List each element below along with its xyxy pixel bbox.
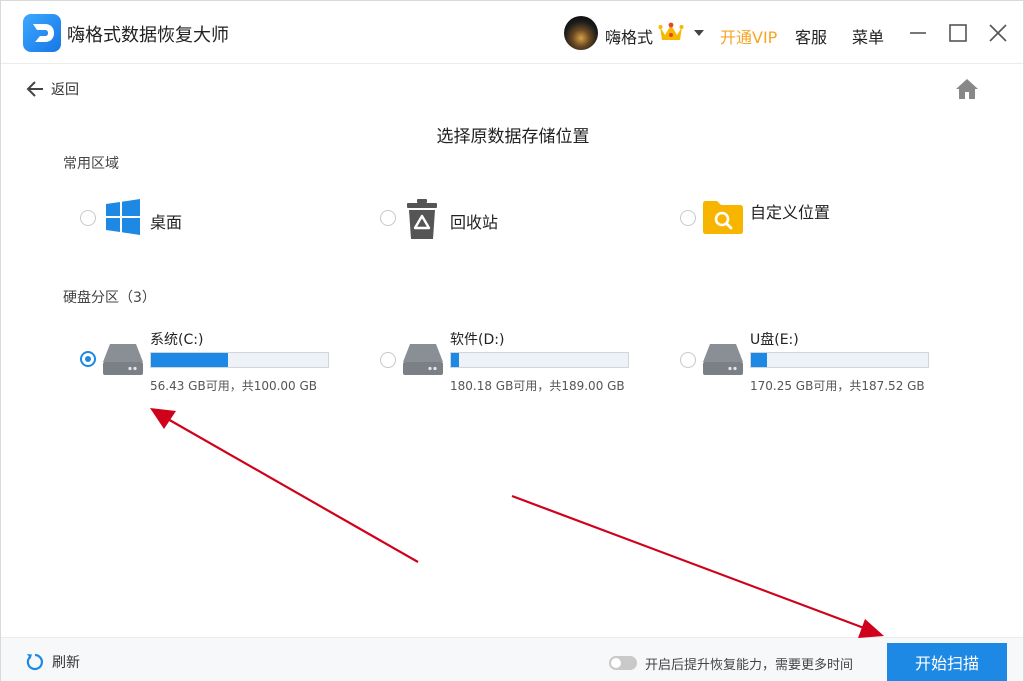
- refresh-label: 刷新: [52, 655, 80, 671]
- maximize-icon[interactable]: [946, 21, 970, 45]
- enhanced-recovery-label: 开启后提升恢复能力，需要更多时间: [645, 658, 854, 673]
- folder-search-icon: [703, 201, 743, 234]
- app-window: 嗨格式数据恢复大师 嗨格式 开通VIP 客服 菜单 返回 选择原数据存储位置 常…: [0, 0, 1024, 681]
- drive-e-radio[interactable]: [680, 352, 696, 368]
- drive-c-name[interactable]: 系统(C:): [150, 329, 203, 349]
- app-logo-icon: [23, 14, 61, 52]
- drive-c-usage-fill: [151, 353, 229, 367]
- recycle-bin-radio[interactable]: [380, 210, 396, 226]
- common-section-label: 常用区域: [63, 156, 119, 172]
- refresh-button[interactable]: 刷新: [25, 652, 80, 672]
- drive-e-info: 170.25 GB可用，共187.52 GB: [750, 379, 925, 393]
- drive-c-radio[interactable]: [80, 351, 96, 367]
- drive-d-radio[interactable]: [380, 352, 396, 368]
- close-icon[interactable]: [986, 21, 1010, 45]
- recycle-bin-icon: [407, 199, 437, 239]
- hard-drive-icon: [403, 344, 443, 375]
- hard-drive-icon: [703, 344, 743, 375]
- drive-e-usage-fill: [751, 353, 768, 367]
- crown-icon: [658, 22, 684, 40]
- drive-d-name[interactable]: 软件(D:): [450, 329, 504, 349]
- username[interactable]: 嗨格式: [605, 24, 653, 48]
- enhanced-recovery-toggle[interactable]: [609, 656, 637, 670]
- disk-section-label: 硬盘分区（3）: [63, 290, 156, 306]
- back-label: 返回: [51, 82, 79, 98]
- title-bar: 嗨格式数据恢复大师 嗨格式 开通VIP 客服 菜单: [1, 1, 1023, 64]
- drive-d-usage-fill: [451, 353, 460, 367]
- minimize-icon[interactable]: [906, 21, 930, 45]
- menu-button[interactable]: 菜单: [852, 24, 884, 48]
- customer-service-link[interactable]: 客服: [795, 24, 827, 48]
- arrow-left-icon: [26, 81, 43, 97]
- home-icon[interactable]: [954, 77, 980, 101]
- open-vip-link[interactable]: 开通VIP: [720, 24, 777, 48]
- drive-e-usage-bar: [750, 352, 929, 368]
- user-avatar[interactable]: [564, 16, 598, 50]
- drive-e-name[interactable]: U盘(E:): [750, 329, 799, 349]
- drive-d-info: 180.18 GB可用，共189.00 GB: [450, 379, 625, 393]
- drive-d-usage-bar: [450, 352, 629, 368]
- back-button[interactable]: 返回: [25, 77, 79, 101]
- bottom-bar: 刷新 开启后提升恢复能力，需要更多时间 开始扫描: [1, 637, 1023, 681]
- recycle-bin-label[interactable]: 回收站: [450, 209, 498, 233]
- drive-c-usage-bar: [150, 352, 329, 368]
- windows-icon: [106, 199, 140, 235]
- page-title: 选择原数据存储位置: [436, 127, 590, 147]
- hard-drive-icon: [103, 344, 143, 375]
- app-title: 嗨格式数据恢复大师: [67, 25, 229, 46]
- chevron-down-icon[interactable]: [691, 25, 707, 41]
- start-scan-button[interactable]: 开始扫描: [887, 643, 1007, 681]
- custom-location-radio[interactable]: [680, 210, 696, 226]
- drive-c-info: 56.43 GB可用，共100.00 GB: [150, 379, 318, 393]
- desktop-label[interactable]: 桌面: [150, 209, 182, 233]
- refresh-icon: [26, 653, 43, 671]
- custom-location-label[interactable]: 自定义位置: [750, 199, 830, 223]
- desktop-radio[interactable]: [80, 210, 96, 226]
